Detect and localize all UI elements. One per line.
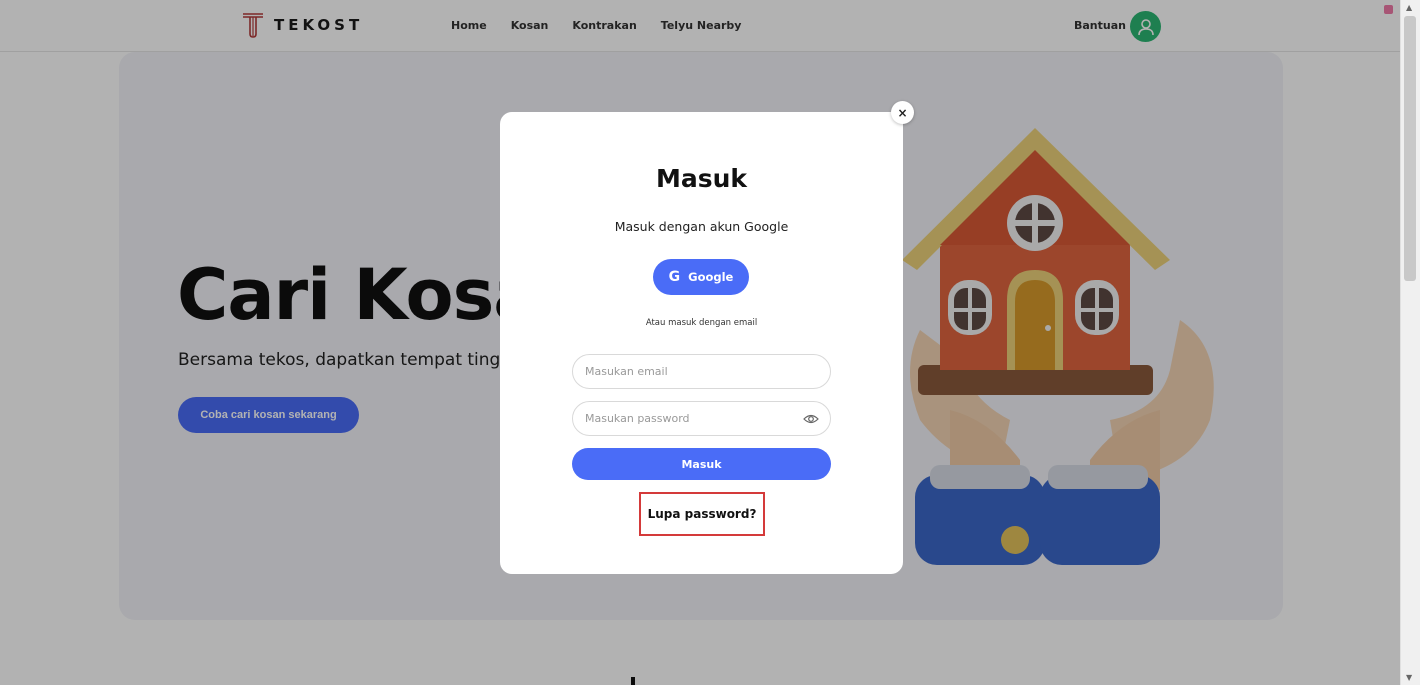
page-scrollbar[interactable]: ▲ ▼	[1400, 0, 1420, 685]
google-login-button[interactable]: G Google	[653, 259, 749, 295]
scrollbar-thumb[interactable]	[1404, 16, 1416, 281]
login-modal: Masuk Masuk dengan akun Google G Google …	[500, 112, 903, 574]
close-icon[interactable]: ×	[891, 101, 914, 124]
forgot-password-link[interactable]: Lupa password?	[639, 492, 765, 536]
show-password-eye-icon[interactable]	[803, 412, 819, 426]
email-field-wrapper	[572, 354, 831, 389]
google-button-label: Google	[688, 270, 734, 284]
password-field[interactable]	[585, 402, 800, 435]
scroll-down-arrow-icon[interactable]: ▼	[1406, 673, 1412, 682]
email-field[interactable]	[585, 355, 800, 388]
scroll-up-arrow-icon[interactable]: ▲	[1406, 3, 1412, 12]
login-submit-button[interactable]: Masuk	[572, 448, 831, 480]
modal-title: Masuk	[655, 164, 748, 193]
email-login-prompt: Atau masuk dengan email	[645, 318, 758, 328]
google-login-prompt: Masuk dengan akun Google	[614, 219, 789, 234]
password-field-wrapper	[572, 401, 831, 436]
google-icon: G	[668, 269, 681, 285]
